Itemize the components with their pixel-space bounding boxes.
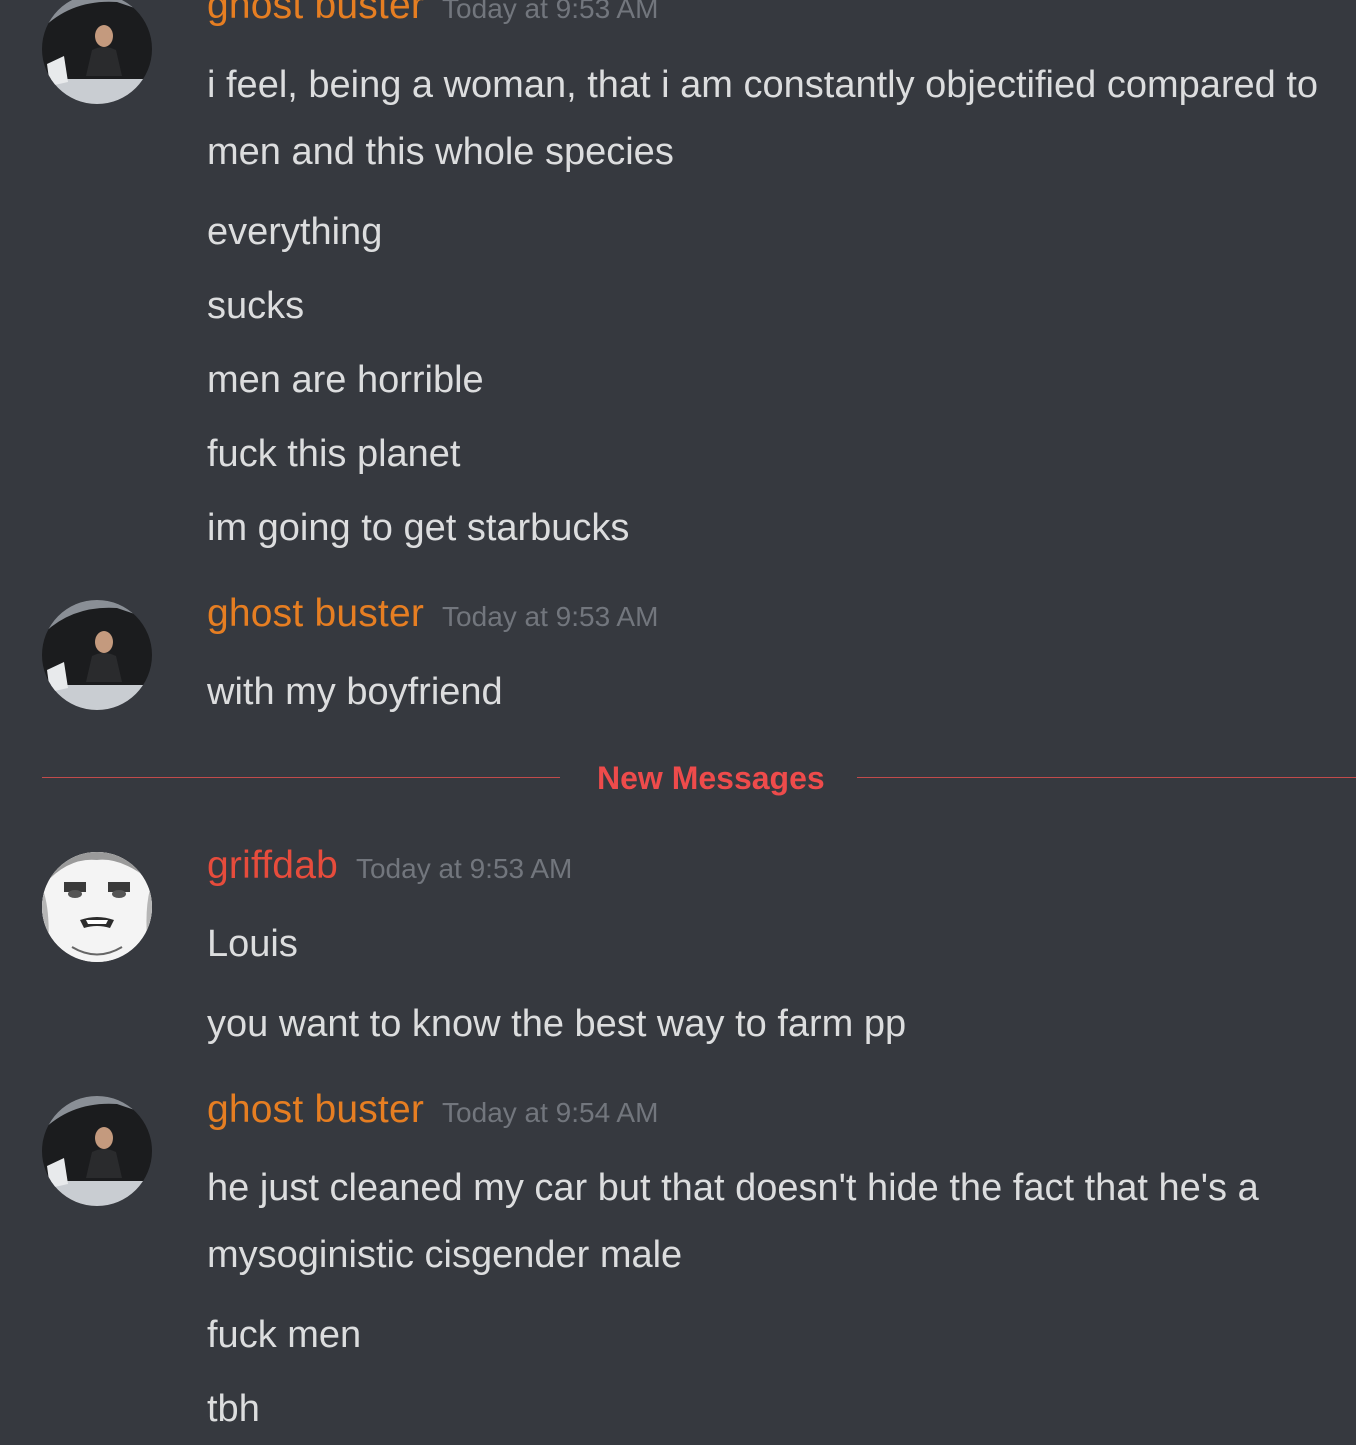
avatar[interactable]	[42, 0, 152, 104]
message-text: fuck this planet	[207, 433, 461, 475]
anime-avatar-icon	[42, 852, 152, 962]
divider-line-right	[857, 777, 1356, 778]
message-header: ghost buster Today at 9:54 AM	[207, 1088, 658, 1132]
message-text: sucks	[207, 285, 305, 327]
photo-avatar-icon	[42, 600, 152, 710]
username[interactable]: ghost buster	[207, 0, 424, 27]
avatar[interactable]	[42, 1096, 152, 1206]
photo-avatar-icon	[42, 0, 152, 104]
message-text: men are horrible	[207, 359, 484, 401]
message-text: fuck men	[207, 1314, 362, 1356]
username[interactable]: ghost buster	[207, 592, 424, 635]
message-text: everything	[207, 211, 383, 253]
photo-avatar-icon	[42, 1096, 152, 1206]
message-header: ghost buster Today at 9:53 AM	[207, 592, 658, 636]
avatar[interactable]	[42, 600, 152, 710]
new-messages-label: New Messages	[597, 760, 825, 796]
timestamp: Today at 9:54 AM	[442, 1097, 659, 1128]
message-text: im going to get starbucks	[207, 507, 630, 549]
timestamp: Today at 9:53 AM	[442, 0, 659, 24]
message-text: tbh	[207, 1388, 260, 1430]
username[interactable]: griffdab	[207, 844, 338, 887]
timestamp: Today at 9:53 AM	[355, 853, 573, 884]
divider-line-left	[42, 777, 560, 778]
chat-log: ghost buster Today at 9:53 AM i feel, bei…	[0, 0, 1356, 1445]
message-header: ghost buster Today at 9:53 AM	[207, 0, 658, 28]
message-text: i feel, being a woman, that i am constan…	[207, 64, 1319, 173]
username[interactable]: ghost buster	[207, 1088, 424, 1131]
message-header: griffdab Today at 9:53 AM	[207, 844, 572, 888]
message-text: with my boyfriend	[207, 671, 503, 713]
timestamp: Today at 9:53 AM	[442, 601, 659, 632]
avatar[interactable]	[42, 852, 152, 962]
message-text: Louis	[207, 923, 298, 965]
message-text: he just cleaned my car but that doesn't …	[207, 1167, 1259, 1276]
message-text: you want to know the best way to farm pp	[207, 1003, 907, 1045]
new-messages-divider: New Messages	[42, 752, 1356, 808]
